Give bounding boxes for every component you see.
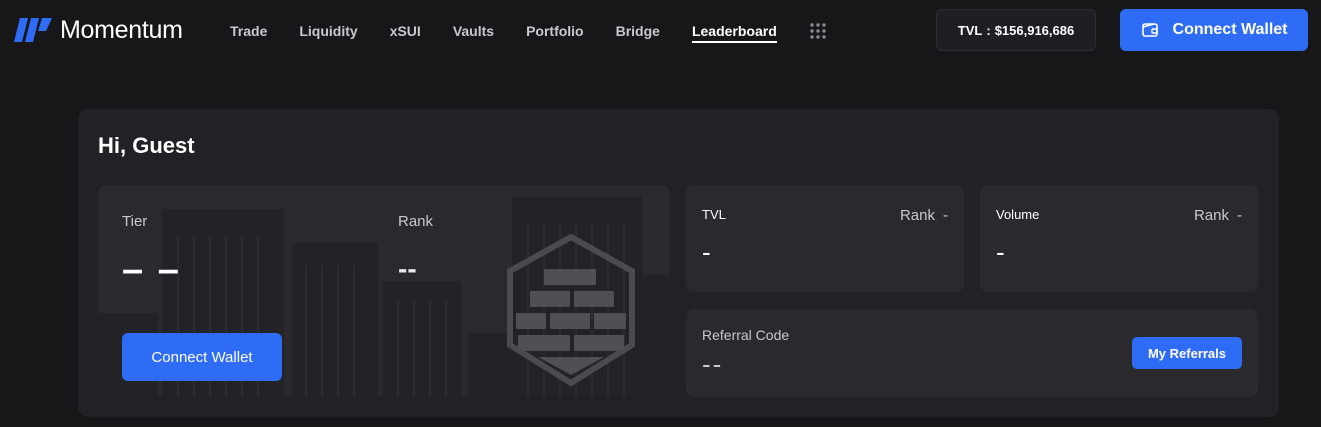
- tvl-stat-card: TVL Rank - -: [686, 185, 964, 292]
- top-header: Momentum Trade Liquidity xSUI Vaults Por…: [0, 0, 1321, 62]
- nav-item-label: Bridge: [615, 23, 660, 39]
- referral-card: Referral Code -- My Referrals: [686, 309, 1258, 397]
- greeting-heading: Hi, Guest: [98, 133, 195, 158]
- nav-item-label: xSUI: [389, 23, 421, 39]
- nav-item-liquidity[interactable]: Liquidity: [283, 0, 373, 62]
- tvl-value: $156,916,686: [994, 22, 1075, 38]
- tier-connect-wallet-button[interactable]: Connect Wallet: [122, 333, 282, 381]
- volume-rank-label: Rank: [1193, 207, 1229, 224]
- connect-wallet-label: Connect Wallet: [1172, 21, 1288, 38]
- grid-dots-icon[interactable]: [793, 0, 843, 62]
- nav-item-label: Vaults: [452, 23, 495, 39]
- nav-item-label: Trade: [230, 23, 268, 39]
- tvl-indicator: TVL : $156,916,686: [936, 9, 1096, 51]
- nav-item-xsui[interactable]: xSUI: [374, 0, 437, 62]
- tvl-label: TVL: [957, 22, 983, 38]
- tier-label: Tier: [122, 213, 148, 230]
- referral-title: Referral Code: [702, 327, 790, 343]
- nav-item-label: Liquidity: [299, 23, 358, 39]
- tvl-stat-value: -: [702, 237, 711, 267]
- brand-name: Momentum: [60, 15, 183, 44]
- main-nav: Trade Liquidity xSUI Vaults Portfolio Br…: [214, 0, 843, 62]
- connect-wallet-button[interactable]: Connect Wallet: [1120, 9, 1308, 51]
- volume-stat-value: -: [996, 237, 1005, 267]
- tvl-rank-label: Rank: [899, 207, 935, 224]
- tier-card: Tier – – Rank -- Connect Wallet: [98, 185, 670, 397]
- nav-item-trade[interactable]: Trade: [214, 0, 283, 62]
- volume-stat-title: Volume: [996, 207, 1040, 222]
- nav-item-leaderboard[interactable]: Leaderboard: [676, 0, 793, 62]
- rank-value: --: [398, 253, 417, 284]
- nav-item-label: Leaderboard: [691, 23, 777, 39]
- rank-label: Rank: [398, 213, 434, 230]
- tvl-stat-rank: Rank -: [900, 207, 948, 224]
- volume-stat-card: Volume Rank - -: [980, 185, 1258, 292]
- nav-item-bridge[interactable]: Bridge: [600, 0, 676, 62]
- momentum-logo-icon: [14, 18, 52, 42]
- tvl-separator: :: [986, 22, 991, 38]
- nav-item-vaults[interactable]: Vaults: [437, 0, 510, 62]
- referral-code-value: --: [702, 349, 724, 379]
- nav-item-portfolio[interactable]: Portfolio: [510, 0, 600, 62]
- volume-rank-value: -: [1237, 207, 1242, 224]
- tvl-rank-value: -: [943, 207, 948, 224]
- brand-logo[interactable]: Momentum: [14, 16, 183, 44]
- volume-stat-rank: Rank -: [1194, 207, 1242, 224]
- wallet-icon: [1141, 23, 1158, 37]
- profile-panel: Hi, Guest Tier – – Rank -- Connect Walle…: [78, 109, 1279, 417]
- my-referrals-button[interactable]: My Referrals: [1132, 337, 1242, 369]
- tvl-stat-title: TVL: [702, 207, 726, 222]
- tier-value: – –: [122, 249, 181, 291]
- nav-item-label: Portfolio: [526, 23, 584, 39]
- tier-badge-icon: [507, 233, 635, 387]
